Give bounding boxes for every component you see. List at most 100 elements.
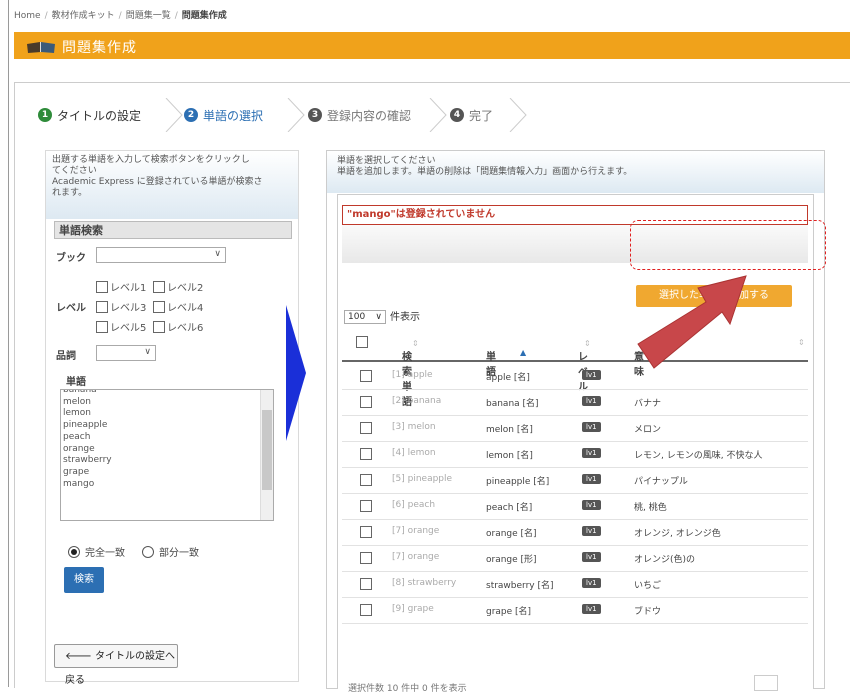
row-checkbox[interactable]: [360, 370, 372, 382]
level-4-label: レベル4: [167, 303, 204, 314]
step-divider-icon: [509, 98, 527, 132]
row-checkbox[interactable]: [360, 526, 372, 538]
level-6-label: レベル6: [167, 323, 204, 334]
level-6-checkbox[interactable]: レベル6: [153, 319, 203, 334]
row-checkbox[interactable]: [360, 578, 372, 590]
results-panel-header: 単語を選択してください 単語を追加します。単語の削除は「問題集情報入力」画面から…: [327, 151, 824, 193]
select-all-checkbox[interactable]: [356, 336, 368, 348]
search-word-cell: [7] orange: [392, 526, 440, 536]
word-list: banana melon lemon pineapple peach orang…: [63, 390, 112, 490]
scrollbar-thumb[interactable]: [262, 410, 272, 490]
row-checkbox[interactable]: [360, 552, 372, 564]
word-item: pineapple: [63, 420, 108, 431]
table-row[interactable]: [5] pineapple pineapple [名] lv1 パイナップル: [342, 467, 808, 494]
word-list-scrollbar[interactable]: [260, 390, 273, 520]
level-4-checkbox[interactable]: レベル4: [153, 299, 203, 314]
word-item: grape: [63, 466, 90, 477]
step-4-number: 4: [450, 108, 464, 122]
step-3: 3 登録内容の確認: [308, 98, 411, 132]
row-checkbox[interactable]: [360, 396, 372, 408]
level-3-checkbox[interactable]: レベル3: [96, 299, 146, 314]
page-size-label: 件表示: [390, 312, 420, 323]
breadcrumb-current: 問題集作成: [181, 11, 227, 21]
instruction-line: 出題する単語を入力して検索ボタンをクリックし: [52, 155, 250, 165]
partial-match-radio[interactable]: 部分一致: [142, 544, 199, 559]
step-3-number: 3: [308, 108, 322, 122]
breadcrumb-kit[interactable]: 教材作成キット: [52, 11, 115, 21]
table-row[interactable]: [2] banana banana [名] lv1 バナナ: [342, 389, 808, 416]
table-row[interactable]: [3] melon melon [名] lv1 メロン: [342, 415, 808, 442]
level-5-checkbox[interactable]: レベル5: [96, 319, 146, 334]
page-size-select[interactable]: 100 ∨: [344, 310, 386, 324]
instruction-line: 単語を選択してください: [337, 156, 436, 166]
search-panel: 出題する単語を入力して検索ボタンをクリックし てください Academic Ex…: [45, 150, 299, 686]
step-3-label: 登録内容の確認: [327, 108, 412, 123]
level-badge: lv1: [582, 474, 601, 484]
table-row[interactable]: [9] grape grape [名] lv1 ブドウ: [342, 597, 808, 624]
word-search-heading: 単語検索: [54, 221, 292, 239]
level-badge: lv1: [582, 422, 601, 432]
level-label: レベル: [56, 303, 86, 314]
meaning-cell: 桃, 桃色: [634, 503, 667, 513]
page-title: 問題集作成: [62, 40, 137, 56]
exact-match-radio[interactable]: 完全一致: [68, 544, 125, 559]
word-cell: melon [名]: [486, 425, 533, 435]
level-1-checkbox[interactable]: レベル1: [96, 279, 146, 294]
highlight-dashed-box: [630, 220, 826, 270]
radio-empty-icon: [142, 546, 154, 558]
step-4: 4 完了: [450, 98, 493, 132]
level-2-checkbox[interactable]: レベル2: [153, 279, 203, 294]
back-to-title-button[interactable]: 🡐 タイトルの設定へ戻る: [54, 644, 178, 686]
table-row[interactable]: [7] orange orange [名] lv1 オレンジ, オレンジ色: [342, 519, 808, 546]
results-instructions: 単語を選択してください 単語を追加します。単語の削除は「問題集情報入力」画面から…: [337, 156, 632, 178]
table-row[interactable]: [6] peach peach [名] lv1 桃, 桃色: [342, 493, 808, 520]
level-5-label: レベル5: [110, 323, 147, 334]
word-textarea[interactable]: banana melon lemon pineapple peach orang…: [60, 389, 274, 521]
step-1: 1 タイトルの設定: [38, 98, 141, 132]
level-badge: lv1: [582, 370, 601, 380]
word-cell: orange [形]: [486, 555, 537, 565]
arrow-left-icon: 🡐: [65, 651, 95, 662]
instruction-line: Academic Express に登録されている単語が検索さ: [52, 177, 263, 187]
level-1-label: レベル1: [110, 283, 147, 294]
sort-icon: ⇕: [412, 339, 419, 348]
row-checkbox[interactable]: [360, 474, 372, 486]
level-badge: lv1: [582, 526, 601, 536]
search-button[interactable]: 検索: [64, 567, 104, 593]
book-select[interactable]: ∨: [96, 247, 226, 263]
column-search-word[interactable]: 検索単語 ⇕: [402, 338, 419, 408]
word-item: melon: [63, 396, 92, 407]
search-word-cell: [5] pineapple: [392, 474, 453, 484]
word-cell: strawberry [名]: [486, 581, 554, 591]
table-row[interactable]: [8] strawberry strawberry [名] lv1 いちご: [342, 571, 808, 598]
step-1-label: タイトルの設定: [57, 108, 142, 123]
breadcrumb: Home / 教材作成キット / 問題集一覧 / 問題集作成: [14, 8, 227, 21]
row-checkbox[interactable]: [360, 422, 372, 434]
meaning-cell: オレンジ, オレンジ色: [634, 529, 721, 539]
word-item: peach: [63, 431, 91, 442]
table-row[interactable]: [4] lemon lemon [名] lv1 レモン, レモンの風味, 不快な人: [342, 441, 808, 468]
breadcrumb-home[interactable]: Home: [14, 11, 41, 21]
search-panel-header: 出題する単語を入力して検索ボタンをクリックし てください Academic Ex…: [46, 151, 298, 219]
search-word-cell: [2] banana: [392, 396, 442, 406]
step-divider-icon: [165, 98, 183, 132]
row-checkbox[interactable]: [360, 500, 372, 512]
row-checkbox[interactable]: [360, 604, 372, 616]
chevron-down-icon: ∨: [214, 249, 221, 259]
table-row[interactable]: [7] orange orange [形] lv1 オレンジ(色)の: [342, 545, 808, 572]
breadcrumb-list[interactable]: 問題集一覧: [126, 11, 171, 21]
meaning-cell: レモン, レモンの風味, 不快な人: [634, 451, 763, 461]
pos-select[interactable]: ∨: [96, 345, 156, 361]
breadcrumb-separator: /: [44, 11, 48, 21]
meaning-cell: オレンジ(色)の: [634, 555, 696, 565]
page-size-value: 100: [348, 312, 366, 322]
pagination-current[interactable]: [754, 675, 778, 691]
exact-match-label: 完全一致: [85, 548, 125, 559]
step-2-number: 2: [184, 108, 198, 122]
level-2-label: レベル2: [167, 283, 204, 294]
word-cell: apple [名]: [486, 373, 530, 383]
column-level[interactable]: レベル ⇕: [578, 338, 591, 393]
step-2: 2 単語の選択: [184, 98, 263, 132]
page-header: 問題集作成: [14, 32, 850, 59]
row-checkbox[interactable]: [360, 448, 372, 460]
